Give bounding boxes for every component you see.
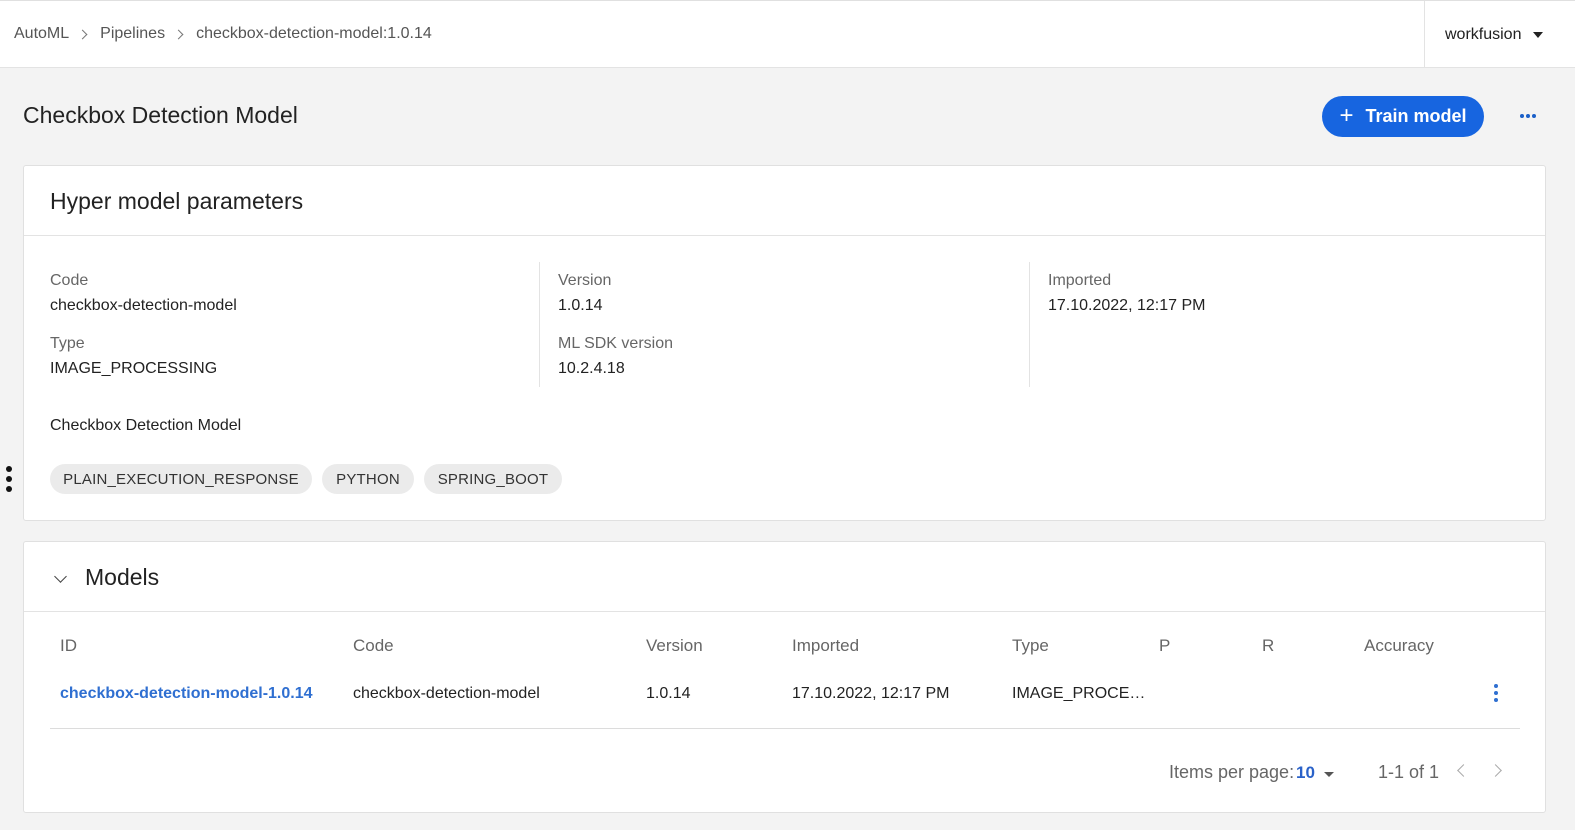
model-description: Checkbox Detection Model	[50, 417, 242, 434]
side-panel-handle-icon[interactable]	[5, 466, 13, 492]
tag-chip: PYTHON	[322, 464, 414, 494]
more-options-icon[interactable]	[1514, 106, 1542, 126]
page-title: Checkbox Detection Model	[23, 102, 298, 128]
hyper-params-title: Hyper model parameters	[50, 188, 304, 214]
card-header: Models	[24, 542, 1545, 612]
caret-down-icon	[1533, 31, 1544, 38]
plus-icon: +	[1339, 101, 1354, 129]
model-code: checkbox-detection-model	[353, 685, 540, 702]
chevron-right-icon	[77, 29, 88, 39]
code-label: Code	[50, 272, 89, 289]
column-header-r[interactable]: R	[1262, 636, 1274, 656]
type-value: IMAGE_PROCESSING	[50, 360, 218, 377]
version-value: 1.0.14	[558, 297, 603, 314]
tenant-selector[interactable]: workfusion	[1424, 1, 1575, 68]
breadcrumb-pipelines[interactable]: Pipelines	[100, 25, 165, 43]
column-divider	[1029, 262, 1030, 387]
chevron-right-icon	[173, 29, 184, 39]
items-per-page-select[interactable]: 10	[1296, 763, 1334, 783]
tag-chip: PLAIN_EXECUTION_RESPONSE	[50, 464, 312, 494]
version-label: Version	[558, 272, 612, 289]
models-title: Models	[85, 564, 160, 590]
breadcrumb: AutoML Pipelines checkbox-detection-mode…	[14, 25, 432, 43]
breadcrumb-current: checkbox-detection-model:1.0.14	[196, 25, 432, 42]
column-header-code[interactable]: Code	[353, 636, 394, 656]
imported-label: Imported	[1048, 272, 1112, 289]
items-per-page-value: 10	[1296, 763, 1315, 782]
column-divider	[539, 262, 540, 387]
column-header-p[interactable]: P	[1159, 636, 1170, 656]
model-version: 1.0.14	[646, 685, 691, 702]
column-header-version[interactable]: Version	[646, 636, 703, 656]
imported-value: 17.10.2022, 12:17 PM	[1048, 297, 1206, 314]
chevron-right-icon[interactable]	[1489, 764, 1502, 777]
column-header-type[interactable]: Type	[1012, 636, 1049, 656]
row-actions-icon[interactable]	[1490, 681, 1502, 705]
column-header-accuracy[interactable]: Accuracy	[1364, 636, 1434, 656]
sdk-version-label: ML SDK version	[558, 335, 673, 352]
hyper-params-card: Hyper model parameters Code checkbox-det…	[23, 165, 1546, 521]
tag-chip: SPRING_BOOT	[424, 464, 562, 494]
train-model-button[interactable]: + Train model	[1322, 96, 1484, 137]
top-bar: AutoML Pipelines checkbox-detection-mode…	[0, 0, 1575, 68]
caret-down-icon	[1323, 772, 1334, 777]
column-header-id[interactable]: ID	[60, 636, 77, 656]
items-per-page-label: Items per page:	[1169, 762, 1295, 782]
models-card: Models ID Code Version Imported Type P R…	[23, 541, 1546, 813]
chevron-down-icon[interactable]	[54, 570, 67, 583]
model-id-link[interactable]: checkbox-detection-model-1.0.14	[60, 685, 313, 703]
sdk-version-value: 10.2.4.18	[558, 360, 625, 377]
train-model-label: Train model	[1365, 106, 1467, 126]
code-value: checkbox-detection-model	[50, 297, 237, 314]
column-header-imported[interactable]: Imported	[792, 636, 859, 656]
row-divider	[50, 728, 1520, 729]
card-header: Hyper model parameters	[24, 166, 1545, 236]
pagination-range: 1-1 of 1	[1378, 762, 1440, 782]
model-type: IMAGE_PROCE…	[1012, 685, 1146, 702]
breadcrumb-automl[interactable]: AutoML	[14, 25, 69, 43]
type-label: Type	[50, 335, 85, 352]
model-imported: 17.10.2022, 12:17 PM	[792, 685, 950, 702]
tenant-name: workfusion	[1445, 25, 1522, 43]
chevron-left-icon[interactable]	[1457, 764, 1470, 777]
